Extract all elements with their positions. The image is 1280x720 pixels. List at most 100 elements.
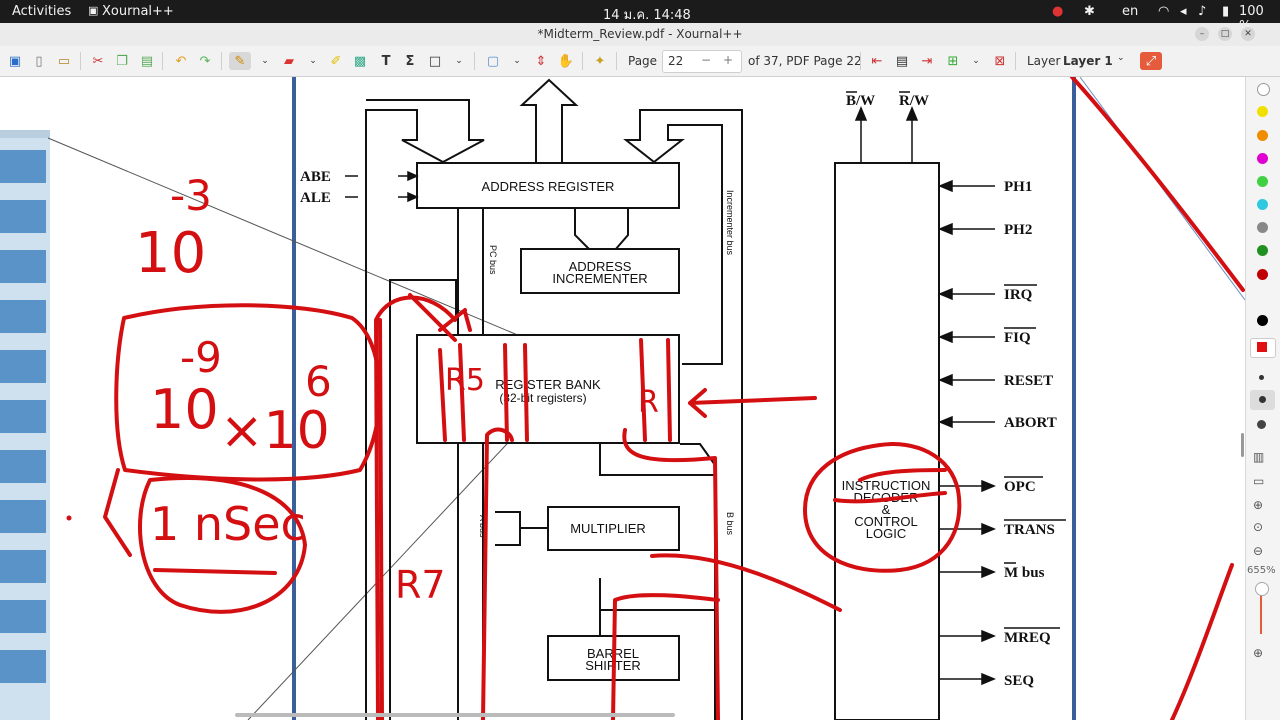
palette-color-swatch[interactable] <box>1257 106 1268 117</box>
highlighter-icon[interactable]: ✐ <box>327 52 345 70</box>
latex-sigma-icon[interactable]: Σ <box>401 52 419 70</box>
new-document-icon[interactable]: ▯ <box>30 52 48 70</box>
system-top-bar: Activities ▣ Xournal++ 14 ม.ค. 14:48 ● ✱… <box>0 0 1280 34</box>
hand-tool-icon[interactable]: ✋ <box>557 52 575 70</box>
document-canvas[interactable]: ADDRESS REGISTER ADDRESS INCREMENTER REG… <box>0 77 1245 720</box>
zoom-slider-handle[interactable] <box>1255 582 1269 596</box>
rw-label: R/W <box>899 93 929 109</box>
instr-label-5: LOGIC <box>866 526 906 541</box>
ink-r7: R7 <box>395 563 446 607</box>
signal-in-1: PH2 <box>1004 222 1032 238</box>
keyboard-lang[interactable]: en <box>1122 4 1138 19</box>
register-bank-label: REGISTER BANK <box>495 377 601 392</box>
signal-in-3: FIQ <box>1004 330 1031 346</box>
palette-color-swatch[interactable] <box>1257 83 1270 96</box>
mic-icon[interactable]: ♪ <box>1198 4 1206 19</box>
text-tool-icon[interactable]: T <box>377 52 395 70</box>
clock[interactable]: 14 ม.ค. 14:48 <box>603 4 691 25</box>
address-register-label: ADDRESS REGISTER <box>482 179 615 194</box>
ink-times-ten: ×10 <box>220 401 330 461</box>
palette-color-swatch[interactable] <box>1257 153 1268 164</box>
selected-color-swatch[interactable] <box>1250 338 1276 358</box>
page-label: Page <box>628 54 658 68</box>
paste-icon[interactable]: ▤ <box>138 52 156 70</box>
ink-r: R <box>638 385 659 420</box>
eraser-options-chevron-down-icon[interactable]: ⌄ <box>304 52 322 70</box>
page-icon[interactable]: ▤ <box>893 52 911 70</box>
eraser-icon[interactable]: ▰ <box>280 52 298 70</box>
zoom-fit-icon[interactable]: ⊕ <box>1253 498 1263 512</box>
zoom-100-icon[interactable]: ⊙ <box>1253 520 1263 534</box>
redo-icon[interactable]: ↷ <box>196 52 214 70</box>
vertical-space-icon[interactable]: ⇕ <box>532 52 550 70</box>
layer-chevron-down-icon[interactable]: ⌄ <box>1117 53 1125 63</box>
copy-icon[interactable]: ❐ <box>113 52 131 70</box>
ink-one-nsec: 1 nSec <box>150 497 306 551</box>
wifi-icon[interactable]: ◠ <box>1158 4 1169 19</box>
palette-color-swatch[interactable] <box>1257 245 1268 256</box>
palette-color-swatch[interactable] <box>1257 315 1268 326</box>
presentation-icon[interactable]: ▭ <box>1253 474 1264 488</box>
layer-label: Layer <box>1027 54 1061 68</box>
multiplier-label: MULTIPLIER <box>570 521 646 536</box>
palette-color-swatch[interactable] <box>1257 222 1268 233</box>
thin-size-icon[interactable] <box>1259 375 1264 380</box>
main-toolbar: ▣ ▯ ▭ ✂ ❐ ▤ ↶ ↷ ✎ ⌄ ▰ ⌄ ✐ ▩ T Σ □ ⌄ ▢ ⌄ … <box>0 46 1280 77</box>
default-tools-icon[interactable]: ✦ <box>591 52 609 70</box>
ink-ten: 10 <box>135 221 206 286</box>
fullscreen-icon[interactable]: ⤢ <box>1140 52 1162 70</box>
page-increment-button[interactable]: + <box>723 53 733 67</box>
thick-size-icon[interactable] <box>1257 420 1266 429</box>
record-icon[interactable]: ● <box>1052 4 1063 19</box>
volume-icon[interactable]: ◂ <box>1180 4 1187 19</box>
pen-options-chevron-down-icon[interactable]: ⌄ <box>256 52 274 70</box>
bw-label: B/W <box>846 93 875 109</box>
activities-button[interactable]: Activities <box>12 4 71 19</box>
cut-icon[interactable]: ✂ <box>89 52 107 70</box>
palette-color-swatch[interactable] <box>1257 130 1268 141</box>
last-page-icon[interactable]: ⇥ <box>918 52 936 70</box>
shape-options-chevron-down-icon[interactable]: ⌄ <box>450 52 468 70</box>
battery-icon[interactable]: ▮ <box>1222 4 1229 19</box>
undo-icon[interactable]: ↶ <box>172 52 190 70</box>
select-rect-icon[interactable]: ▢ <box>484 52 502 70</box>
save-icon[interactable]: ▣ <box>6 52 24 70</box>
app-menu[interactable]: Xournal++ <box>102 4 174 19</box>
palette-color-swatch[interactable] <box>1257 269 1268 280</box>
minimize-icon[interactable]: – <box>1195 27 1209 41</box>
abe-label: ABE <box>300 169 331 185</box>
pen-tool-icon[interactable]: ✎ <box>229 52 251 70</box>
first-page-icon[interactable]: ⇤ <box>868 52 886 70</box>
shape-rectangle-icon[interactable]: □ <box>426 52 444 70</box>
medium-size-button[interactable] <box>1250 390 1275 410</box>
open-folder-icon[interactable]: ▭ <box>55 52 73 70</box>
close-icon[interactable]: ✕ <box>1241 27 1255 41</box>
vertical-scrollbar[interactable] <box>1241 433 1244 457</box>
register-bank-sub: (32-bit registers) <box>499 391 586 405</box>
signal-out-3: MREQ <box>1004 630 1051 646</box>
zoom-out-icon[interactable]: ⊖ <box>1253 544 1263 558</box>
two-page-icon[interactable]: ▥ <box>1253 450 1264 464</box>
select-options-chevron-down-icon[interactable]: ⌄ <box>508 52 526 70</box>
ink-exp-minus3: -3 <box>170 171 212 220</box>
horizontal-scrollbar[interactable] <box>235 713 675 717</box>
page-number-spinner[interactable]: 22 − + <box>662 50 742 73</box>
insert-page-chevron-down-icon[interactable]: ⌄ <box>967 52 985 70</box>
page-decrement-button[interactable]: − <box>701 53 711 67</box>
palette-color-swatch[interactable] <box>1257 176 1268 187</box>
insert-page-icon[interactable]: ⊞ <box>944 52 962 70</box>
page-number-input[interactable]: 22 <box>668 54 683 68</box>
b-bus-label: B bus <box>725 512 735 536</box>
ink-exp-6: 6 <box>305 357 332 406</box>
signal-in-2: IRQ <box>1004 287 1033 303</box>
accessibility-icon[interactable]: ✱ <box>1084 4 1095 19</box>
maximize-icon[interactable]: □ <box>1218 27 1232 41</box>
pc-bus-label: PC bus <box>488 245 498 275</box>
image-icon[interactable]: ▩ <box>351 52 369 70</box>
palette-color-swatch[interactable] <box>1257 199 1268 210</box>
ale-label: ALE <box>300 190 331 206</box>
delete-page-icon[interactable]: ⊠ <box>991 52 1009 70</box>
layer-select[interactable]: Layer 1 <box>1063 54 1113 68</box>
zoom-in-icon[interactable]: ⊕ <box>1253 646 1263 660</box>
address-incrementer-label-2: INCREMENTER <box>552 271 647 286</box>
